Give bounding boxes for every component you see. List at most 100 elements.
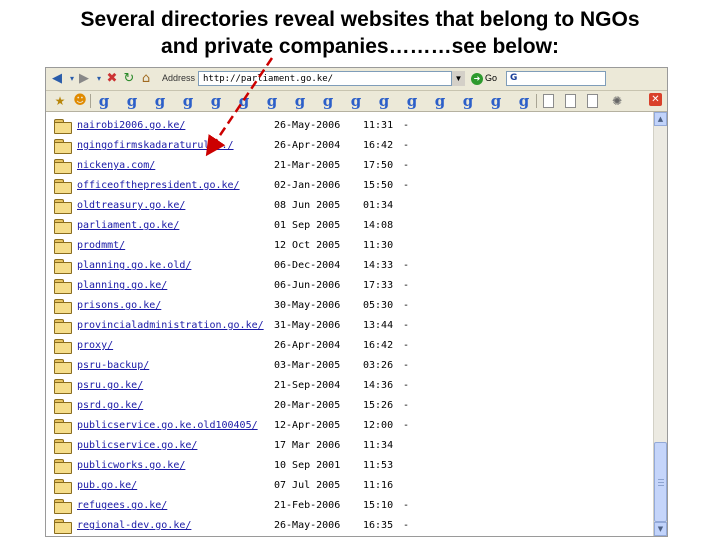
back-icon[interactable]: ◀: [49, 71, 65, 87]
modified-date: 17 Mar 2006: [274, 440, 341, 451]
file-size: -: [403, 280, 410, 291]
directory-link[interactable]: refugees.go.ke/: [77, 496, 167, 516]
google-link-icon[interactable]: g: [236, 93, 252, 109]
go-button[interactable]: ➜ Go: [471, 71, 497, 86]
google-link-icon[interactable]: g: [124, 93, 140, 109]
table-row: pub.go.ke/07 Jul 2005 11:16: [46, 476, 653, 496]
directory-link[interactable]: regional-dev.go.ke/: [77, 516, 191, 536]
folder-icon: [54, 419, 72, 434]
google-link-icon[interactable]: g: [348, 93, 364, 109]
table-row: psru.go.ke/21-Sep-2004 14:36-: [46, 376, 653, 396]
directory-link[interactable]: oldtreasury.go.ke/: [77, 196, 185, 216]
modified-date: 26-Apr-2004: [274, 340, 341, 351]
google-link-icon[interactable]: g: [488, 93, 504, 109]
directory-link[interactable]: psru.go.ke/: [77, 376, 143, 396]
table-row: planning.go.ke/06-Jun-2006 17:33-: [46, 276, 653, 296]
modified-time: 11:31: [363, 120, 394, 131]
scroll-down-icon[interactable]: ▼: [654, 522, 667, 536]
settings-icon[interactable]: ✺: [609, 93, 625, 109]
file-size: -: [403, 140, 410, 151]
address-dropdown-icon[interactable]: ▼: [451, 71, 465, 86]
directory-link[interactable]: publicservice.go.ke.old100405/: [77, 416, 258, 436]
file-size: -: [403, 300, 410, 311]
directory-link[interactable]: publicworks.go.ke/: [77, 456, 185, 476]
folder-icon: [54, 319, 72, 334]
directory-link[interactable]: officeofthepresident.go.ke/: [77, 176, 240, 196]
directory-link[interactable]: ngingofirmskadaraturul.../: [77, 136, 234, 156]
scroll-thumb[interactable]: [654, 442, 667, 522]
table-row: regional-dev.go.ke/26-May-2006 16:35-: [46, 516, 653, 536]
smiley-icon[interactable]: ☻: [72, 93, 88, 109]
google-link-icon[interactable]: g: [180, 93, 196, 109]
google-link-icon[interactable]: g: [208, 93, 224, 109]
directory-link[interactable]: proxy/: [77, 336, 113, 356]
google-link-icon[interactable]: g: [516, 93, 532, 109]
close-icon[interactable]: ✕: [649, 93, 662, 106]
directory-link[interactable]: psru-backup/: [77, 356, 149, 376]
file-size: -: [403, 380, 410, 391]
directory-link[interactable]: prisons.go.ke/: [77, 296, 161, 316]
links-bar: ★ ☻ g g g g g g g g g g g g g g g g ✺ ✕: [46, 91, 667, 112]
google-link-icon[interactable]: g: [96, 93, 112, 109]
directory-link[interactable]: provincialadministration.go.ke/: [77, 316, 264, 336]
modified-time: 14:33: [363, 260, 394, 271]
slide-title-line-2: and private companies………see below:: [161, 35, 559, 58]
modified-time: 05:30: [363, 300, 394, 311]
table-row: nickenya.com/21-Mar-2005 17:50-: [46, 156, 653, 176]
file-size: -: [403, 180, 410, 191]
directory-link[interactable]: parliament.go.ke/: [77, 216, 179, 236]
google-link-icon[interactable]: g: [292, 93, 308, 109]
modified-date: 20-Mar-2005: [274, 400, 341, 411]
page-icon[interactable]: [587, 94, 598, 108]
directory-link[interactable]: prodmmt/: [77, 236, 125, 256]
table-row: nairobi2006.go.ke/26-May-2006 11:31-: [46, 116, 653, 136]
scroll-up-icon[interactable]: ▲: [654, 112, 667, 126]
google-link-icon[interactable]: g: [264, 93, 280, 109]
favorites-icon[interactable]: ★: [52, 93, 68, 109]
folder-icon: [54, 159, 72, 174]
refresh-icon[interactable]: ↻: [121, 71, 137, 87]
stop-icon[interactable]: ✖: [104, 71, 120, 87]
table-row: officeofthepresident.go.ke/02-Jan-2006 15…: [46, 176, 653, 196]
file-size: -: [403, 340, 410, 351]
directory-link[interactable]: nairobi2006.go.ke/: [77, 116, 185, 136]
file-size: -: [403, 260, 410, 271]
table-row: planning.go.ke.old/06-Dec-2004 14:33-: [46, 256, 653, 276]
table-row: prisons.go.ke/30-May-2006 05:30-: [46, 296, 653, 316]
modified-time: 16:42: [363, 340, 394, 351]
home-icon[interactable]: ⌂: [138, 71, 154, 87]
forward-icon[interactable]: ▶: [76, 71, 92, 87]
modified-date: 21-Sep-2004: [274, 380, 341, 391]
go-label: Go: [485, 73, 498, 83]
modified-date: 12-Apr-2005: [274, 420, 341, 431]
directory-link[interactable]: planning.go.ke.old/: [77, 256, 191, 276]
folder-icon: [54, 479, 72, 494]
google-link-icon[interactable]: g: [152, 93, 168, 109]
folder-icon: [54, 379, 72, 394]
browser-window: ◀ ▾ ▶ ▾ ✖ ↻ ⌂ Address http://parliament.…: [45, 67, 668, 537]
google-link-icon[interactable]: g: [432, 93, 448, 109]
vertical-scrollbar[interactable]: ▲ ▼: [653, 112, 667, 536]
directory-link[interactable]: psrd.go.ke/: [77, 396, 143, 416]
google-link-icon[interactable]: g: [404, 93, 420, 109]
table-row: oldtreasury.go.ke/08 Jun 2005 01:34: [46, 196, 653, 216]
page-icon[interactable]: [565, 94, 576, 108]
directory-link[interactable]: publicservice.go.ke/: [77, 436, 197, 456]
page-icon[interactable]: [543, 94, 554, 108]
directory-link[interactable]: planning.go.ke/: [77, 276, 167, 296]
scroll-grip: [658, 479, 664, 480]
modified-date: 07 Jul 2005: [274, 480, 341, 491]
search-box[interactable]: G: [506, 71, 606, 86]
table-row: proxy/26-Apr-2004 16:42-: [46, 336, 653, 356]
google-link-icon[interactable]: g: [460, 93, 476, 109]
file-size: -: [403, 320, 410, 331]
google-link-icon[interactable]: g: [320, 93, 336, 109]
google-link-icon[interactable]: g: [376, 93, 392, 109]
directory-link[interactable]: nickenya.com/: [77, 156, 155, 176]
directory-link[interactable]: pub.go.ke/: [77, 476, 137, 496]
modified-time: 15:26: [363, 400, 394, 411]
table-row: publicworks.go.ke/10 Sep 2001 11:53: [46, 456, 653, 476]
folder-icon: [54, 259, 72, 274]
folder-icon: [54, 119, 72, 134]
address-bar[interactable]: http://parliament.go.ke/: [198, 71, 464, 86]
